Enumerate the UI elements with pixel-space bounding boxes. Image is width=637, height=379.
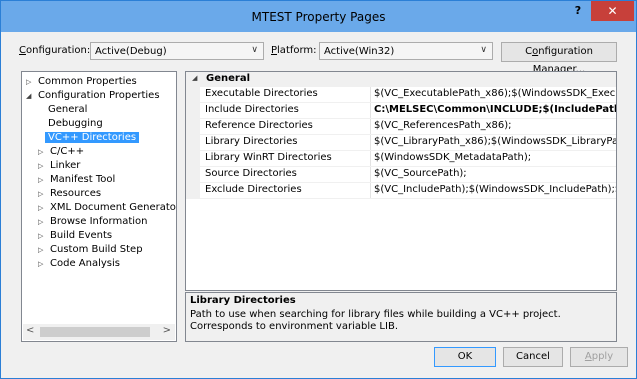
grid-row-name: Library Directories <box>205 136 298 147</box>
grid-gutter <box>186 135 200 150</box>
expand-arrow-icon[interactable]: ▷ <box>26 75 38 89</box>
grid-divider <box>370 135 371 150</box>
grid-row-library-winrt-directories[interactable]: Library WinRT Directories $(WindowsSDK_M… <box>186 151 616 167</box>
tree-item-linker[interactable]: ▷ Linker <box>38 159 80 173</box>
grid-gutter <box>186 87 200 102</box>
expand-arrow-icon[interactable]: ▷ <box>38 243 50 257</box>
tree-horizontal-scrollbar[interactable]: < > <box>23 324 175 340</box>
collapse-arrow-icon[interactable]: ◢ <box>26 89 38 103</box>
expand-arrow-icon[interactable]: ▷ <box>38 201 50 215</box>
property-pages-dialog: MTEST Property Pages ? ✕ Configuration: … <box>0 0 637 379</box>
expand-arrow-icon[interactable]: ▷ <box>38 173 50 187</box>
tree-item-configuration-properties[interactable]: ◢ Configuration Properties <box>26 89 160 103</box>
expand-arrow-icon[interactable]: ▷ <box>38 257 50 271</box>
tree-item-c-cpp[interactable]: ▷ C/C++ <box>38 145 84 159</box>
grid-row-source-directories[interactable]: Source Directories $(VC_SourcePath); <box>186 167 616 183</box>
close-icon: ✕ <box>607 4 618 18</box>
tree-item-custom-build-step[interactable]: ▷ Custom Build Step <box>38 243 143 257</box>
grid-row-value[interactable]: $(VC_SourcePath); <box>374 168 616 179</box>
chevron-down-icon: ∨ <box>480 45 487 55</box>
grid-divider <box>370 87 371 102</box>
tree-item-code-analysis[interactable]: ▷ Code Analysis <box>38 257 120 271</box>
grid-row-value[interactable]: $(VC_IncludePath);$(WindowsSDK_IncludePa… <box>374 184 616 195</box>
scrollbar-thumb[interactable] <box>40 327 150 337</box>
ok-button[interactable]: OK <box>434 347 496 367</box>
tree-item-xml-document-generator[interactable]: ▷ XML Document Generator <box>38 201 176 215</box>
platform-dropdown[interactable]: Active(Win32) ∨ <box>319 42 493 60</box>
chevron-down-icon: ∨ <box>251 45 258 55</box>
grid-divider <box>370 103 371 118</box>
configuration-label: Configuration: <box>19 45 91 56</box>
platform-label: Platform: <box>271 45 317 56</box>
expand-arrow-icon[interactable]: ▷ <box>38 229 50 243</box>
tree-item-debugging[interactable]: Debugging <box>48 117 103 131</box>
tree-item-general[interactable]: General <box>48 103 87 117</box>
grid-row-executable-directories[interactable]: Executable Directories $(VC_ExecutablePa… <box>186 87 616 103</box>
configuration-value: Active(Debug) <box>95 46 167 57</box>
help-button[interactable]: ? <box>565 1 591 21</box>
grid-row-name: Exclude Directories <box>205 184 302 195</box>
description-title: Library Directories <box>190 295 296 306</box>
tree-item-vc-directories[interactable]: VC++ Directories <box>45 131 140 145</box>
tree-item-build-events[interactable]: ▷ Build Events <box>38 229 112 243</box>
configuration-dropdown[interactable]: Active(Debug) ∨ <box>90 42 264 60</box>
tree-item-resources[interactable]: ▷ Resources <box>38 187 101 201</box>
grid-gutter <box>186 103 200 118</box>
grid-row-name: Include Directories <box>205 104 299 115</box>
grid-row-value[interactable]: $(VC_ReferencesPath_x86); <box>374 120 616 131</box>
platform-value: Active(Win32) <box>324 46 395 57</box>
cancel-button[interactable]: Cancel <box>503 347 563 367</box>
title-bar[interactable]: MTEST Property Pages ? ✕ <box>1 1 636 32</box>
grid-gutter <box>186 151 200 166</box>
grid-gutter <box>186 119 200 134</box>
tree-item-browse-information[interactable]: ▷ Browse Information <box>38 215 147 229</box>
grid-divider <box>370 151 371 166</box>
grid-gutter <box>186 167 200 182</box>
tree-item-common-properties[interactable]: ▷ Common Properties <box>26 75 137 89</box>
grid-row-name: Source Directories <box>205 168 297 179</box>
grid-row-library-directories[interactable]: Library Directories $(VC_LibraryPath_x86… <box>186 135 616 151</box>
grid-divider <box>370 119 371 134</box>
grid-row-include-directories[interactable]: Include Directories C:\MELSEC\Common\INC… <box>186 103 616 119</box>
scroll-left-icon[interactable]: < <box>26 325 34 336</box>
grid-row-value[interactable]: $(WindowsSDK_MetadataPath); <box>374 152 616 163</box>
expand-arrow-icon[interactable]: ▷ <box>38 159 50 173</box>
description-body: Path to use when searching for library f… <box>190 309 561 332</box>
grid-category-general[interactable]: ◢ General <box>186 72 616 87</box>
grid-row-reference-directories[interactable]: Reference Directories $(VC_ReferencesPat… <box>186 119 616 135</box>
grid-row-exclude-directories[interactable]: Exclude Directories $(VC_IncludePath);$(… <box>186 183 616 199</box>
window-title: MTEST Property Pages <box>251 10 386 24</box>
expand-arrow-icon[interactable]: ▷ <box>38 145 50 159</box>
tree-item-manifest-tool[interactable]: ▷ Manifest Tool <box>38 173 115 187</box>
expand-arrow-icon[interactable]: ▷ <box>38 215 50 229</box>
grid-divider <box>370 167 371 182</box>
grid-category-label: General <box>206 73 250 84</box>
apply-button[interactable]: Apply <box>570 347 628 367</box>
description-panel: Library Directories Path to use when sea… <box>185 292 617 342</box>
property-tree[interactable]: ▷ Common Properties ◢ Configuration Proper… <box>21 71 177 342</box>
property-grid[interactable]: ◢ General Executable Directories $(VC_Ex… <box>185 71 617 291</box>
grid-row-value[interactable]: $(VC_LibraryPath_x86);$(WindowsSDK_Libra… <box>374 136 616 147</box>
grid-row-name: Executable Directories <box>205 88 318 99</box>
grid-row-name: Reference Directories <box>205 120 313 131</box>
grid-divider <box>370 183 371 198</box>
scroll-right-icon[interactable]: > <box>163 325 171 336</box>
collapse-arrow-icon[interactable]: ◢ <box>192 74 197 82</box>
grid-gutter <box>186 183 200 198</box>
close-button[interactable]: ✕ <box>591 1 634 21</box>
grid-row-name: Library WinRT Directories <box>205 152 332 163</box>
grid-row-value[interactable]: $(VC_ExecutablePath_x86);$(WindowsSDK_Ex… <box>374 88 616 99</box>
configuration-manager-button[interactable]: Configuration Manager... <box>501 42 617 75</box>
expand-arrow-icon[interactable]: ▷ <box>38 187 50 201</box>
grid-row-value[interactable]: C:\MELSEC\Common\INCLUDE;$(IncludePath) <box>374 104 616 115</box>
